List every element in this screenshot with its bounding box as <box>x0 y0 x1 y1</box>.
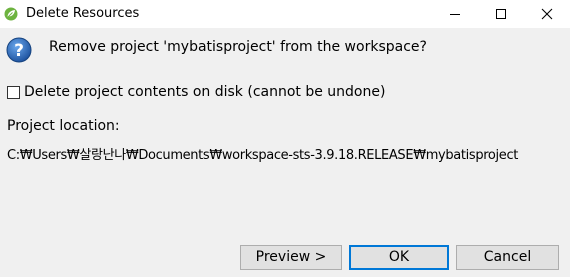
spring-leaf-icon <box>4 6 18 21</box>
ok-button[interactable]: OK <box>349 245 449 270</box>
maximize-button[interactable] <box>478 0 524 28</box>
title-bar[interactable]: Delete Resources <box>0 0 570 28</box>
window-title: Delete Resources <box>26 6 140 21</box>
delete-contents-label[interactable]: Delete project contents on disk (cannot … <box>24 84 385 100</box>
project-location-path: C:₩Users₩살랑난나₩Documents₩workspace-sts-3.… <box>7 148 518 163</box>
delete-contents-option[interactable]: Delete project contents on disk (cannot … <box>7 84 385 100</box>
close-button[interactable] <box>524 0 570 28</box>
question-icon: ? <box>6 37 32 63</box>
svg-text:?: ? <box>14 41 24 61</box>
minimize-button[interactable] <box>432 0 478 28</box>
project-location-label: Project location: <box>7 118 120 134</box>
preview-button[interactable]: Preview > <box>240 245 342 270</box>
cancel-button[interactable]: Cancel <box>456 245 559 270</box>
delete-contents-checkbox[interactable] <box>7 85 20 99</box>
question-text: Remove project 'mybatisproject' from the… <box>49 39 427 55</box>
